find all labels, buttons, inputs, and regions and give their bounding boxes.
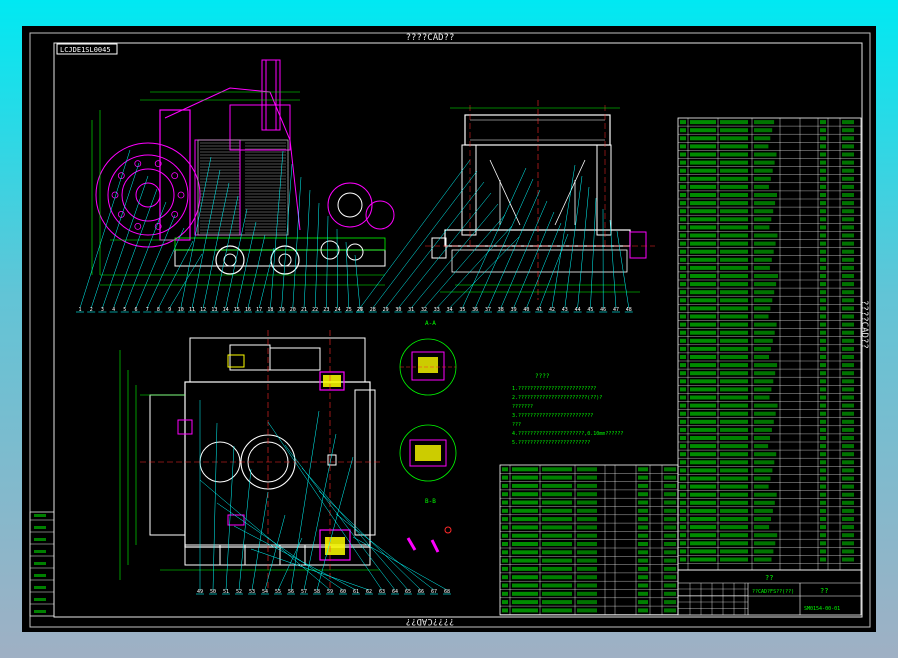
balloon-number: 52 <box>236 589 242 595</box>
balloon-number: 68 <box>444 589 450 595</box>
svg-text:???: ??? <box>512 422 521 428</box>
balloon-number: 20 <box>290 307 296 313</box>
balloon-number: 25 <box>346 307 352 313</box>
svg-text:B-B: B-B <box>425 498 436 505</box>
balloon-number: 24 <box>335 307 341 313</box>
svg-text:5.????????????????????????: 5.???????????????????????? <box>512 440 590 446</box>
balloon-number: 45 <box>587 307 593 313</box>
balloon-number: 10 <box>178 307 184 313</box>
balloon-number: 65 <box>405 589 411 595</box>
balloon-number: 51 <box>223 589 229 595</box>
balloon-number: 23 <box>323 307 329 313</box>
balloon-number: 13 <box>211 307 217 313</box>
balloon-number: 53 <box>249 589 255 595</box>
balloon-number: 4 <box>112 307 115 313</box>
balloon-number: 2 <box>90 307 93 313</box>
balloon-number: 55 <box>275 589 281 595</box>
svg-text:3.?????????????????????????: 3.????????????????????????? <box>512 413 593 419</box>
svg-text:???????: ??????? <box>512 404 533 410</box>
balloon-number: 44 <box>575 307 581 313</box>
balloon-number: 35 <box>459 307 465 313</box>
balloon-number: 6 <box>134 307 137 313</box>
balloon-number: 66 <box>418 589 424 595</box>
balloon-number: 30 <box>395 307 401 313</box>
title-block-right: ?? <box>820 587 828 595</box>
balloon-number: 33 <box>434 307 440 313</box>
balloon-number: 37 <box>485 307 491 313</box>
balloon-number: 43 <box>562 307 568 313</box>
balloon-number: 47 <box>613 307 619 313</box>
drawing-number: LCJDE1SL0045 <box>60 46 111 54</box>
top-title: ????CAD?? <box>406 33 455 43</box>
balloon-number: 19 <box>279 307 285 313</box>
svg-text:A-A: A-A <box>425 320 436 327</box>
balloon-number: 49 <box>197 589 203 595</box>
balloon-number: 59 <box>327 589 333 595</box>
balloon-number: 38 <box>498 307 504 313</box>
title-block-sub: ??CAD?FS??(??) <box>752 589 794 595</box>
balloon-number: 54 <box>262 589 268 595</box>
balloon-number: 46 <box>600 307 606 313</box>
balloon-number: 58 <box>314 589 320 595</box>
balloon-number: 9 <box>168 307 171 313</box>
balloon-number: 31 <box>408 307 414 313</box>
balloon-number: 3 <box>101 307 104 313</box>
balloon-number: 29 <box>383 307 389 313</box>
balloon-number: 41 <box>536 307 542 313</box>
balloon-number: 39 <box>511 307 517 313</box>
balloon-number: 36 <box>472 307 478 313</box>
drawing-canvas[interactable]: ????CAD?? ????CAD?? ????CAD?? LCJDE1SL00… <box>0 0 898 658</box>
svg-text:1.??????????????????????????: 1.?????????????????????????? <box>512 386 596 392</box>
balloon-number: 14 <box>223 307 229 313</box>
balloon-number: 27 <box>357 307 363 313</box>
bottom-title: ????CAD?? <box>406 616 455 626</box>
balloon-number: 62 <box>366 589 372 595</box>
balloon-number: 40 <box>523 307 529 313</box>
balloon-number: 61 <box>353 589 359 595</box>
balloon-number: 48 <box>626 307 632 313</box>
balloon-number: 32 <box>421 307 427 313</box>
balloon-number: 16 <box>245 307 251 313</box>
balloon-number: 12 <box>200 307 206 313</box>
canvas-background <box>22 26 876 632</box>
balloon-number: 7 <box>146 307 149 313</box>
side-title: ????CAD?? <box>859 300 869 349</box>
balloon-number: 60 <box>340 589 346 595</box>
balloon-number: 28 <box>370 307 376 313</box>
balloon-number: 67 <box>431 589 437 595</box>
title-block-main: ?? <box>765 574 773 582</box>
balloon-number: 42 <box>549 307 555 313</box>
balloon-number: 8 <box>157 307 160 313</box>
balloon-number: 34 <box>447 307 453 313</box>
balloon-number: 21 <box>301 307 307 313</box>
balloon-number: 5 <box>123 307 126 313</box>
balloon-number: 1 <box>78 307 81 313</box>
balloon-number: 57 <box>301 589 307 595</box>
svg-text:4.??????????????????????,0.10m: 4.??????????????????????,0.10mm?????? <box>512 431 623 437</box>
balloon-number: 64 <box>392 589 398 595</box>
balloon-number: 50 <box>210 589 216 595</box>
title-block-code: SM0154-00-01 <box>804 606 840 612</box>
balloon-number: 15 <box>234 307 240 313</box>
balloon-number: 63 <box>379 589 385 595</box>
balloon-number: 22 <box>312 307 318 313</box>
cad-viewer: ????CAD?? ????CAD?? ????CAD?? LCJDE1SL00… <box>0 0 898 658</box>
notes-title: ???? <box>535 373 550 380</box>
balloon-number: 17 <box>256 307 262 313</box>
balloon-number: 11 <box>189 307 195 313</box>
balloon-number: 56 <box>288 589 294 595</box>
svg-text:2.???????????????????????(??)?: 2.???????????????????????(??)? <box>512 395 602 401</box>
balloon-number: 18 <box>267 307 273 313</box>
